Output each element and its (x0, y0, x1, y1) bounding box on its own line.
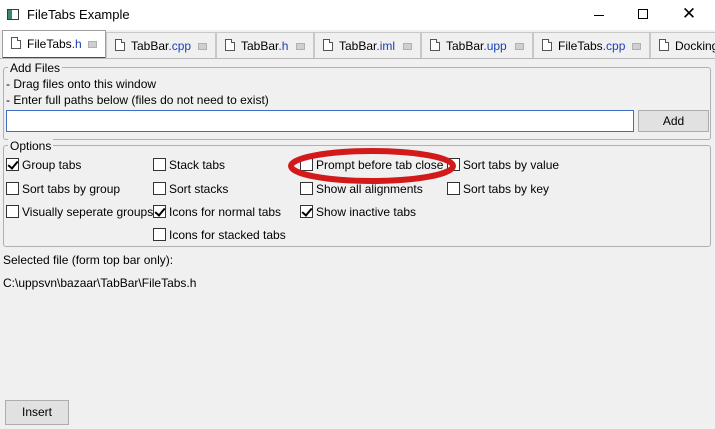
checkbox-label: Show all alignments (316, 182, 423, 196)
tab-close-icon[interactable] (296, 43, 305, 50)
checkbox-box[interactable] (153, 228, 166, 241)
checkbox-label: Sort tabs by group (22, 182, 121, 196)
document-icon (430, 39, 440, 51)
document-icon (659, 39, 669, 51)
checkbox-box[interactable] (300, 205, 313, 218)
app-icon (7, 9, 19, 20)
add-files-legend: Add Files (8, 61, 63, 75)
checkbox-box[interactable] (153, 158, 166, 171)
tab-tabbar-upp[interactable]: TabBar.upp (421, 32, 533, 58)
tab-tabbar-iml[interactable]: TabBar.iml (314, 32, 421, 58)
tab-close-icon[interactable] (88, 41, 97, 48)
checkbox-label: Sort stacks (169, 182, 229, 196)
checkbox-box[interactable] (6, 205, 19, 218)
close-button[interactable]: ✕ (666, 0, 712, 30)
tab-docking[interactable]: Docking (650, 32, 715, 58)
path-input[interactable] (6, 110, 634, 132)
tab-label: TabBar.cpp (131, 39, 192, 53)
tab-label: TabBar.iml (339, 39, 396, 53)
title-bar: FileTabs Example ✕ (0, 0, 715, 30)
options-legend: Options (8, 139, 54, 153)
window-title: FileTabs Example (27, 7, 130, 22)
checkbox-box[interactable] (6, 158, 19, 171)
checkbox-box[interactable] (300, 182, 313, 195)
insert-button[interactable]: Insert (5, 400, 69, 425)
checkbox-label: Group tabs (22, 158, 82, 172)
checkbox-label: Stack tabs (169, 158, 226, 172)
add-files-hint-paths: - Enter full paths below (files do not n… (6, 93, 269, 107)
tab-label: FileTabs.h (27, 37, 82, 51)
add-button[interactable]: Add (638, 110, 709, 132)
checkbox-box[interactable] (153, 182, 166, 195)
tab-tabbar-cpp[interactable]: TabBar.cpp (106, 32, 216, 58)
checkbox-box[interactable] (447, 158, 460, 171)
checkbox-label: Show inactive tabs (316, 205, 417, 219)
tab-close-icon[interactable] (515, 43, 524, 50)
file-tab-bar: FileTabs.h TabBar.cpp TabBar.h TabBar.im… (0, 30, 715, 59)
document-icon (11, 37, 21, 49)
tab-label: FileTabs.cpp (558, 39, 626, 53)
checkbox-box[interactable] (447, 182, 460, 195)
checkbox-label: Sort tabs by key (463, 182, 550, 196)
selected-file-label: Selected file (form top bar only): (3, 253, 174, 267)
checkbox-label: Sort tabs by value (463, 158, 560, 172)
document-icon (115, 39, 125, 51)
checkbox-label: Icons for stacked tabs (169, 228, 286, 242)
checkbox-box[interactable] (6, 182, 19, 195)
document-icon (323, 39, 333, 51)
tab-close-icon[interactable] (198, 43, 207, 50)
document-icon (542, 39, 552, 51)
add-files-hint-drag: - Drag files onto this window (6, 77, 157, 91)
minimize-button[interactable] (576, 0, 622, 30)
tab-close-icon[interactable] (632, 43, 641, 50)
tab-label: TabBar.h (241, 39, 289, 53)
document-icon (225, 39, 235, 51)
maximize-button[interactable] (620, 0, 666, 30)
checkbox-label: Prompt before tab close (316, 158, 444, 172)
tab-label: TabBar.upp (446, 39, 507, 53)
checkbox-box[interactable] (153, 205, 166, 218)
close-icon: ✕ (681, 4, 697, 24)
tab-tabbar-h[interactable]: TabBar.h (216, 32, 314, 58)
tab-label: Docking (675, 39, 715, 53)
tab-filetabs-cpp[interactable]: FileTabs.cpp (533, 32, 650, 58)
checkbox-label: Icons for normal tabs (169, 205, 282, 219)
tab-filetabs-h[interactable]: FileTabs.h (2, 30, 106, 58)
checkbox-label: Visually seperate groups (22, 205, 154, 219)
tab-close-icon[interactable] (403, 43, 412, 50)
checkbox-box[interactable] (300, 158, 313, 171)
selected-file-path: C:\uppsvn\bazaar\TabBar\FileTabs.h (3, 276, 197, 290)
